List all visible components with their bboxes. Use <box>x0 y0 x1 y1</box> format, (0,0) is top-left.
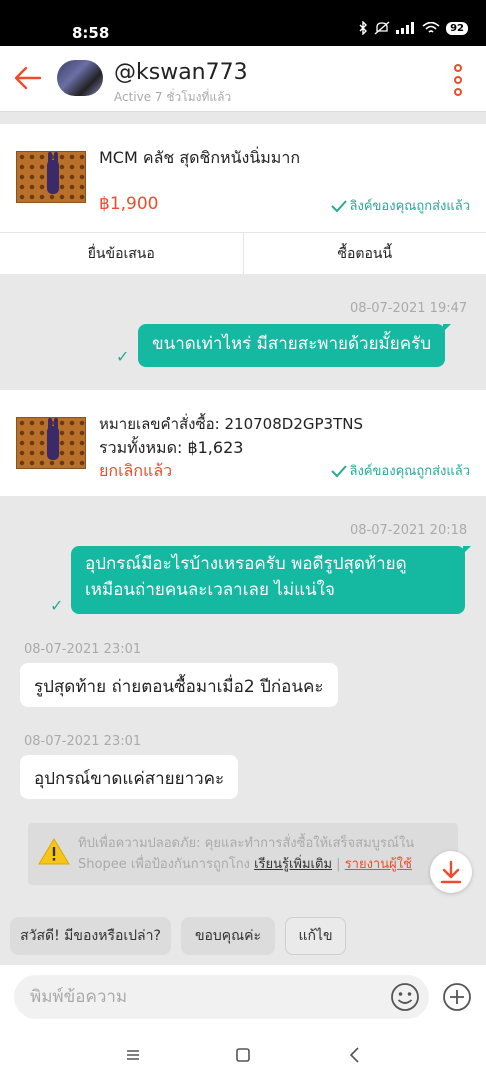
product-actions: ยื่นข้อเสนอ ซื้อตอนนี้ <box>0 232 486 274</box>
read-check-icon: ✓ <box>50 596 64 615</box>
back-arrow-icon[interactable] <box>12 62 44 94</box>
message-bubble-outgoing[interactable]: อุปกรณ์มีอะไรบ้างเหรอครับ พอดีรูปสุดท้าย… <box>71 546 471 614</box>
order-status: ยกเลิกแล้ว <box>99 461 173 480</box>
order-card[interactable]: หมายเลขคำสั่งซื้อ: 210708D2GP3TNS รวมทั้… <box>0 390 486 496</box>
message-timestamp: 08-07-2021 23:01 <box>24 734 142 749</box>
system-navigation-bar <box>0 1029 486 1080</box>
check-icon <box>330 464 347 477</box>
back-icon[interactable] <box>344 1044 366 1066</box>
order-link-sent-note: ลิงค์ของคุณถูกส่งแล้ว <box>330 460 470 481</box>
signal-icon <box>396 22 415 34</box>
message-timestamp: 08-07-2021 20:18 <box>350 523 468 538</box>
learn-more-link[interactable]: เรียนรู้เพิ่มเติม <box>254 857 332 872</box>
report-user-link[interactable]: รายงานผู้ใช้ <box>345 857 412 872</box>
status-bar: 8:58 92 <box>0 0 486 46</box>
order-link-sent-label: ลิงค์ของคุณถูกส่งแล้ว <box>349 464 470 479</box>
link-separator: | <box>336 857 341 872</box>
emoji-icon[interactable] <box>390 982 420 1012</box>
more-options-icon[interactable] <box>452 64 464 96</box>
order-number: หมายเลขคำสั่งซื้อ: 210708D2GP3TNS <box>99 415 363 433</box>
bluetooth-icon <box>359 21 368 35</box>
product-title: MCM คลัช สุดชิกหนังนิ่มมาก <box>99 148 301 167</box>
wifi-icon <box>422 21 440 33</box>
safety-tip-line: ทิปเพื่อความปลอดภัย: คุยและทำการสั่งซื้อ… <box>78 836 415 851</box>
message-timestamp: 08-07-2021 19:47 <box>350 301 468 316</box>
active-status: Active 7 ชั่วโมงที่แล้ว <box>114 90 232 104</box>
product-image <box>16 151 86 203</box>
safety-tip-line: Shopee เพื่อป้องกันการถูกโกง <box>78 857 250 872</box>
scroll-to-bottom-button[interactable] <box>430 851 472 893</box>
message-composer: พิมพ์ข้อความ <box>0 965 486 1029</box>
order-product-image <box>16 417 86 469</box>
product-price: ฿1,900 <box>99 194 159 214</box>
download-arrow-icon <box>440 860 462 884</box>
status-time: 8:58 <box>72 24 110 42</box>
home-icon[interactable] <box>232 1044 254 1066</box>
make-offer-button[interactable]: ยื่นข้อเสนอ <box>0 233 243 274</box>
quick-reply-chip[interactable]: ขอบคุณค่ะ <box>181 917 275 955</box>
quick-reply-chip[interactable]: สวัสดี! มีของหรือเปล่า? <box>10 917 171 955</box>
mute-icon <box>374 21 390 35</box>
safety-tip-text: ทิปเพื่อความปลอดภัย: คุยและทำการสั่งซื้อ… <box>78 833 450 875</box>
message-bubble-incoming[interactable]: รูปสุดท้าย ถ่ายตอนซื้อมาเมื่อ2 ปีก่อนคะ <box>20 663 338 707</box>
order-total: รวมทั้งหมด: ฿1,623 <box>99 438 244 457</box>
message-bubble-outgoing[interactable]: ขนาดเท่าไหร่ มีสายสะพายด้วยมั้ยครับ <box>138 324 451 367</box>
battery-icon: 92 <box>446 21 468 35</box>
link-sent-note: ลิงค์ของคุณถูกส่งแล้ว <box>330 195 470 216</box>
message-bubble-incoming[interactable]: อุปกรณ์ขาดแค่สายยาวคะ <box>20 755 239 799</box>
chat-username[interactable]: @kswan773 <box>114 60 248 85</box>
read-check-icon: ✓ <box>116 347 130 366</box>
safety-tip-line2: Shopee เพื่อป้องกันการถูกโกง เรียนรู้เพิ… <box>78 854 450 875</box>
check-icon <box>330 199 347 212</box>
chat-header: @kswan773 Active 7 ชั่วโมงที่แล้ว <box>0 46 486 112</box>
safety-tip-banner: ทิปเพื่อความปลอดภัย: คุยและทำการสั่งซื้อ… <box>28 823 458 885</box>
avatar[interactable] <box>57 60 103 96</box>
message-text-line: อุปกรณ์มีอะไรบ้างเหรอครับ พอดีรูปสุดท้าย… <box>85 554 407 574</box>
message-timestamp: 08-07-2021 23:01 <box>24 642 142 657</box>
warning-icon <box>38 838 70 865</box>
add-attachment-icon[interactable] <box>442 982 472 1012</box>
status-icons: 92 <box>358 21 468 35</box>
product-card[interactable]: MCM คลัช สุดชิกหนังนิ่มมาก ฿1,900 ลิงค์ข… <box>0 124 486 274</box>
buy-now-button[interactable]: ซื้อตอนนี้ <box>242 233 486 274</box>
message-text-line: เหมือนถ่ายคนละเวลาเลย ไม่แน่ใจ <box>85 579 335 600</box>
menu-icon[interactable] <box>122 1044 144 1066</box>
link-sent-label: ลิงค์ของคุณถูกส่งแล้ว <box>349 199 470 214</box>
edit-quick-replies-button[interactable]: แก้ไข <box>285 917 346 955</box>
message-input[interactable]: พิมพ์ข้อความ <box>14 975 429 1019</box>
